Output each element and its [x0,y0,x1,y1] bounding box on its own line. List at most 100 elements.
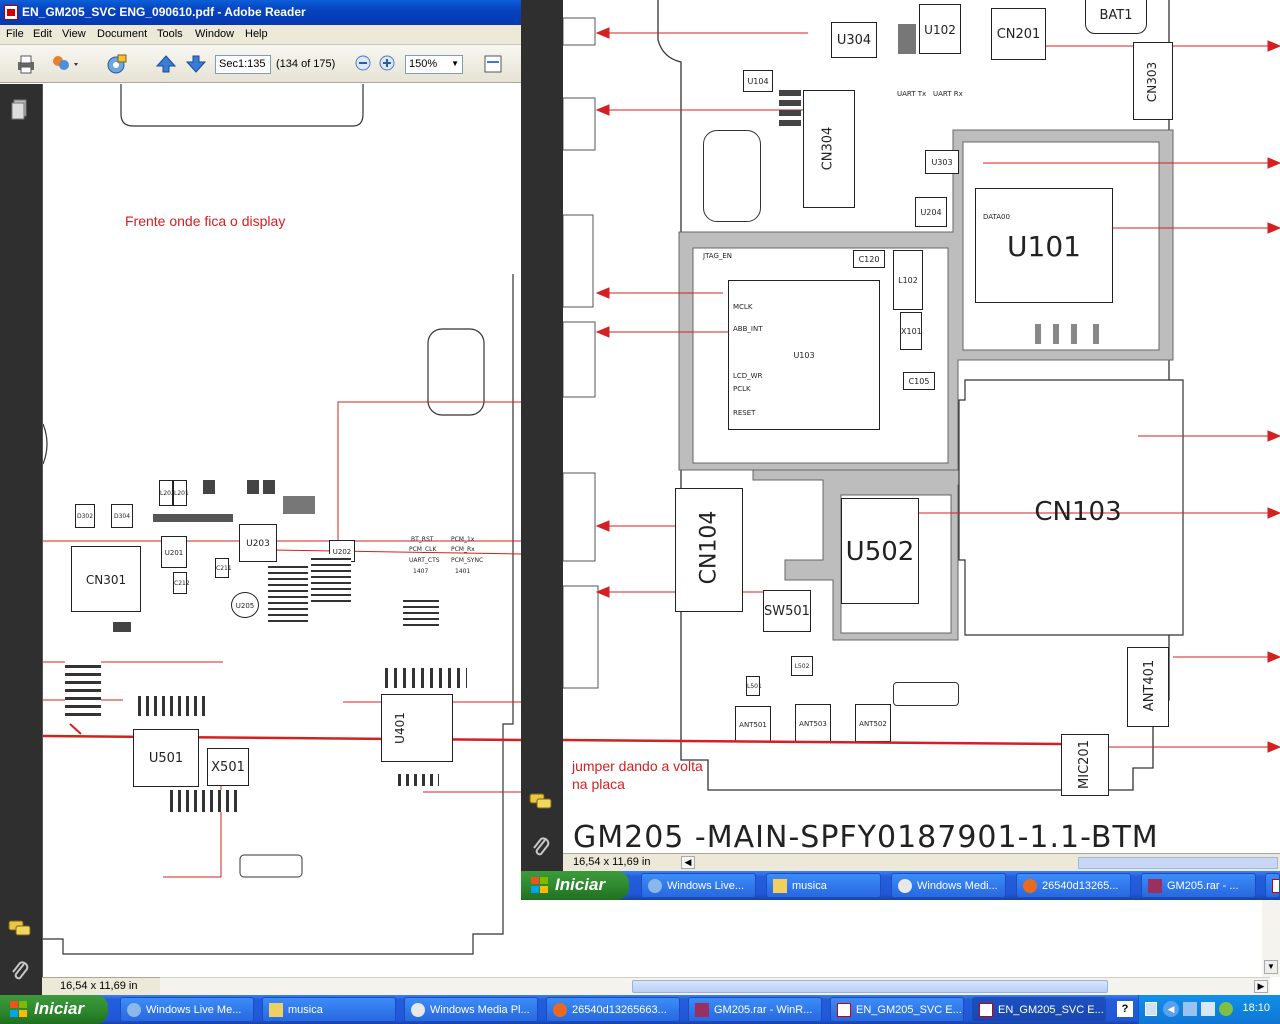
back-page-dimensions: 16,54 x 11,69 in [573,856,651,868]
u201-component: U201 [161,536,187,568]
task-pdf-2[interactable]: EN_GM205_SVC E... [972,997,1106,1022]
menu-file[interactable]: File [6,28,24,40]
window-title: EN_GM205_SVC ENG_090610.pdf - Adobe Read… [22,5,306,19]
windows-flag-icon [10,1001,28,1018]
clock: 18:10 [1242,1002,1270,1014]
fit-width-button[interactable] [481,53,505,75]
chevron-down-icon: ▼ [451,59,459,68]
printer-icon [18,55,34,74]
comments-icon[interactable] [529,793,553,811]
zoom-in-button[interactable] [378,53,402,75]
page-number-input[interactable]: Sec1:135 [215,55,271,74]
pdf-icon [1272,879,1279,893]
d304-component: D304 [111,504,133,528]
media-player-icon [898,879,912,893]
winrar-icon [695,1003,709,1017]
menu-document[interactable]: Document [97,28,147,40]
jumper-annotation: jumper dando a volta na placa [572,758,703,792]
back-nav-sidebar [521,0,563,872]
u501-component: U501 [133,729,199,787]
hscroll-thumb[interactable] [632,980,1108,993]
title-bar[interactable]: EN_GM205_SVC ENG_090610.pdf - Adobe Read… [0,0,521,25]
back-taskbar: Iniciar Windows Live... musica Windows M… [521,871,1280,900]
fit-page-icon [484,55,502,73]
horizontal-scrollbar[interactable]: ▶ [160,977,1270,995]
menu-tools[interactable]: Tools [157,28,183,40]
network-icon[interactable] [1145,1002,1157,1016]
c212-component: C212 [173,572,190,594]
l202-component: L202 [159,480,175,506]
menu-edit[interactable]: Edit [33,28,52,40]
pdf-icon [837,1003,851,1017]
start-button[interactable]: Iniciar [0,995,108,1024]
folder-icon [269,1003,283,1017]
taskbar: Iniciar Windows Live Me... musica Window… [0,995,1280,1024]
messenger-tray-icon[interactable] [1219,1002,1233,1016]
back-task-4[interactable]: 26540d13265... [1016,873,1131,898]
cn301-component: CN301 [71,546,141,612]
folder-icon [773,879,787,893]
system-tray: ? ◀ 18:10 [1117,995,1280,1024]
back-arrow-icon[interactable]: ◀ [1163,1001,1179,1017]
reader-window: EN_GM205_SVC ENG_090610.pdf - Adobe Read… [0,0,521,995]
toolbar: Sec1:135 (134 of 175) 150% ▼ [0,45,521,83]
back-task-3[interactable]: Windows Medi... [891,873,1006,898]
winrar-icon [1148,879,1162,893]
board-label: GM205 -MAIN-SPFY0187901-1.1-BTM [573,820,1159,853]
scroll-right-arrow[interactable]: ▶ [1254,980,1268,993]
print-button[interactable] [14,53,38,75]
menu-view[interactable]: View [62,28,86,40]
task-messenger[interactable]: Windows Live Me... [120,997,254,1022]
firefox-icon [553,1003,567,1017]
scroll-left-arrow[interactable]: ◀ [681,856,695,869]
help-icon[interactable]: ? [1117,1001,1133,1017]
task-firefox[interactable]: 26540d13265663... [546,997,680,1022]
messenger-icon [127,1003,141,1017]
back-reader-window: CN201 U304 U102 U104 CN304 CN303 U303 U2… [521,0,1280,900]
task-media-player[interactable]: Windows Media Pl... [404,997,538,1022]
messenger-icon [648,879,662,893]
comments-icon[interactable] [8,920,32,938]
gear-icon [107,54,127,74]
task-winrar[interactable]: GM205.rar - WinR... [688,997,822,1022]
back-task-5[interactable]: GM205.rar - ... [1141,873,1256,898]
x501-component: X501 [207,748,249,786]
task-pdf-1[interactable]: EN_GM205_SVC E... [830,997,964,1022]
pdf-icon [979,1003,993,1017]
back-task-1[interactable]: Windows Live... [641,873,756,898]
attachments-icon[interactable] [531,836,551,858]
back-document-canvas[interactable]: CN201 U304 U102 U104 CN304 CN303 U303 U2… [563,0,1280,853]
zoom-in-icon [379,55,395,71]
firefox-icon [1023,879,1037,893]
menu-bar: File Edit View Document Tools Window Hel… [0,25,521,45]
page-count: (134 of 175) [276,58,336,70]
u401-component: U401 [381,694,453,762]
next-page-button[interactable] [184,53,208,75]
vertical-scrollbar[interactable]: ▼ [1262,900,1280,977]
zoom-out-button[interactable] [354,53,378,75]
back-task-2[interactable]: musica [766,873,881,898]
attachments-icon[interactable] [10,960,30,982]
task-musica[interactable]: musica [262,997,396,1022]
secure-button[interactable] [104,53,128,75]
volume-icon[interactable] [1201,1002,1215,1016]
zoom-select[interactable]: 150% ▼ [405,55,463,74]
l201-component: L201 [173,480,189,506]
menu-help[interactable]: Help [245,28,268,40]
collaborate-icon [53,56,78,70]
scroll-down-arrow[interactable]: ▼ [1264,960,1278,974]
back-task-6[interactable] [1265,873,1280,898]
pages-icon[interactable] [10,98,30,122]
d302-component: D302 [75,504,95,528]
zoom-value: 150% [409,58,438,70]
u205-component: U205 [231,592,259,618]
menu-window[interactable]: Window [195,28,234,40]
security-icon[interactable] [1183,1002,1197,1016]
previous-page-button[interactable] [154,53,178,75]
back-hscroll-thumb[interactable] [1078,857,1278,869]
zoom-out-icon [355,55,371,71]
document-canvas[interactable]: Frente onde fica o display CN301 U201 U2… [42,84,521,977]
back-start-button[interactable]: Iniciar [521,871,629,900]
display-annotation: Frente onde fica o display [125,213,286,229]
collaborate-button[interactable] [50,53,78,75]
